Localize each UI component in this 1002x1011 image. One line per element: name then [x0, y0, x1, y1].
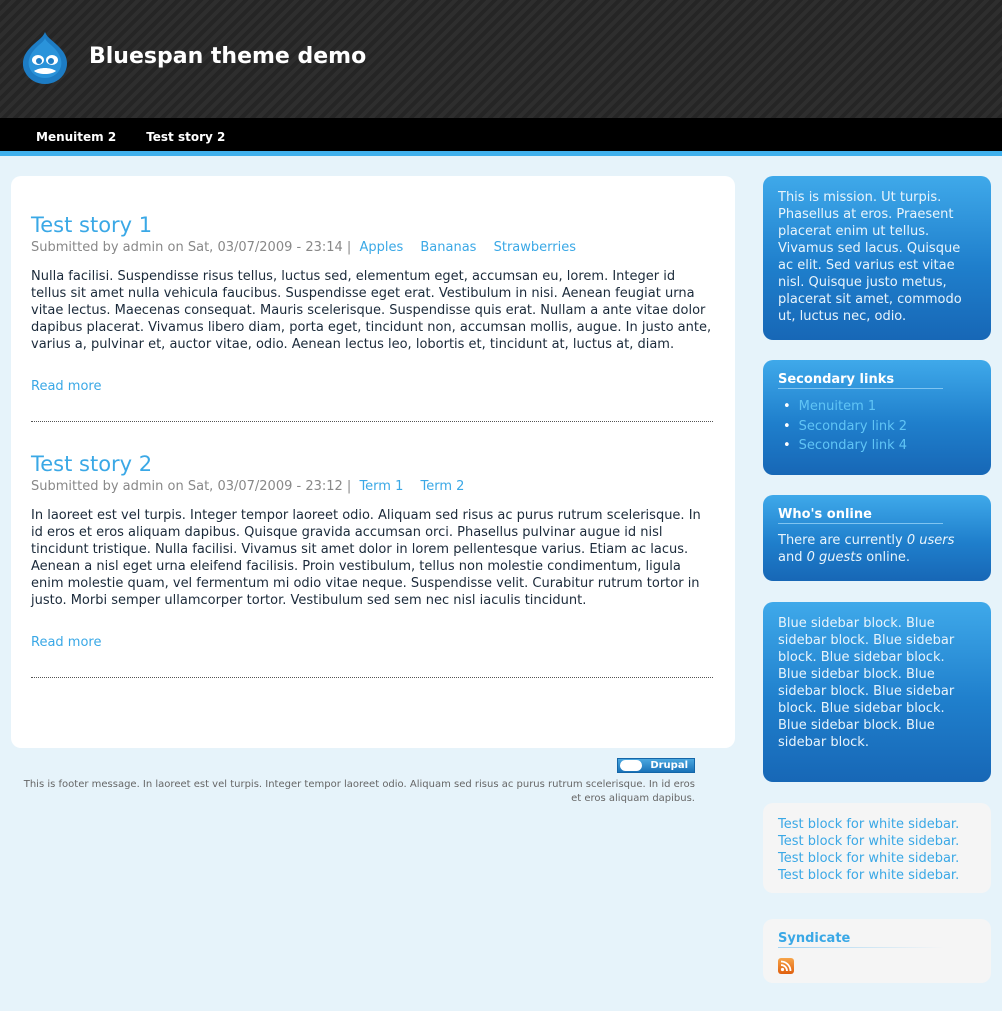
- online-status: There are currently 0 users and 0 guests …: [778, 532, 976, 566]
- mission-text: This is mission. Ut turpis. Phasellus at…: [778, 190, 962, 324]
- blue-sidebar-block: Blue sidebar block. Blue sidebar block. …: [763, 602, 991, 782]
- term-link[interactable]: Bananas: [420, 240, 476, 255]
- online-text: online.: [862, 550, 911, 565]
- secondary-link[interactable]: Secondary link 2: [799, 419, 907, 434]
- nav-link-menuitem-2[interactable]: Menuitem 2: [36, 130, 116, 144]
- blue-block-text: Blue sidebar block. Blue sidebar block. …: [778, 616, 955, 750]
- block-title: Secondary links: [778, 372, 943, 389]
- main-content: Test story 1 Submitted by admin on Sat, …: [11, 176, 735, 748]
- list-item: Secondary link 4: [783, 436, 976, 456]
- users-count: 0 users: [906, 533, 955, 548]
- story-body: In laoreet est vel turpis. Integer tempo…: [31, 508, 701, 608]
- nav-link-test-story-2[interactable]: Test story 2: [146, 130, 225, 144]
- term-link[interactable]: Term 2: [421, 479, 465, 494]
- story-meta: Submitted by admin on Sat, 03/07/2009 - …: [31, 479, 713, 494]
- primary-nav: Menuitem 2 Test story 2: [0, 118, 1002, 156]
- read-more-link[interactable]: Read more: [31, 635, 101, 650]
- syndicate-block: Syndicate: [763, 919, 991, 983]
- mission-block: This is mission. Ut turpis. Phasellus at…: [763, 176, 991, 340]
- nav-item-test-story-2: Test story 2: [146, 118, 225, 157]
- story-terms: Term 1 Term 2: [355, 479, 473, 494]
- secondary-link[interactable]: Secondary link 4: [799, 438, 907, 453]
- online-text: and: [778, 550, 807, 565]
- submitted-text: Submitted by admin on Sat, 03/07/2009 - …: [31, 479, 352, 494]
- story-links: Read more: [31, 379, 713, 421]
- secondary-links-block: Secondary links Menuitem 1 Secondary lin…: [763, 360, 991, 475]
- story-terms: Apples Bananas Strawberries: [355, 240, 585, 255]
- term-link[interactable]: Strawberries: [494, 240, 576, 255]
- whos-online-block: Who's online There are currently 0 users…: [763, 495, 991, 581]
- story-body: Nulla facilisi. Suspendisse risus tellus…: [31, 269, 712, 352]
- story-links: Read more: [31, 635, 713, 677]
- white-sidebar-block: Test block for white sidebar. Test block…: [763, 803, 991, 893]
- site-header: Bluespan theme demo: [0, 0, 1002, 118]
- guests-count: 0 guests: [806, 550, 863, 565]
- drupal-logo-icon[interactable]: [20, 30, 70, 86]
- story-node: Test story 1 Submitted by admin on Sat, …: [31, 212, 713, 422]
- story-title: Test story 2: [31, 451, 713, 477]
- list-item: Menuitem 1: [783, 397, 976, 417]
- secondary-link[interactable]: Menuitem 1: [799, 399, 876, 414]
- secondary-links-list: Menuitem 1 Secondary link 2 Secondary li…: [778, 397, 976, 456]
- story-title: Test story 1: [31, 212, 713, 238]
- story-title-link[interactable]: Test story 1: [31, 213, 152, 237]
- site-name[interactable]: Bluespan theme demo: [89, 44, 366, 69]
- white-block-text: Test block for white sidebar. Test block…: [778, 817, 960, 883]
- story-title-link[interactable]: Test story 2: [31, 452, 152, 476]
- story-node: Test story 2 Submitted by admin on Sat, …: [31, 451, 713, 678]
- block-title: Syndicate: [778, 931, 943, 948]
- story-meta: Submitted by admin on Sat, 03/07/2009 - …: [31, 240, 713, 255]
- drupal-drop-icon: [620, 760, 642, 771]
- submitted-text: Submitted by admin on Sat, 03/07/2009 - …: [31, 240, 352, 255]
- read-more-link[interactable]: Read more: [31, 379, 101, 394]
- badge-label: Drupal: [650, 760, 688, 771]
- list-item: Secondary link 2: [783, 417, 976, 437]
- powered-by-drupal-badge[interactable]: Drupal: [617, 758, 695, 773]
- rss-feed-icon[interactable]: [778, 958, 794, 974]
- footer-message: This is footer message. In laoreet est v…: [23, 779, 695, 804]
- site-footer: Drupal This is footer message. In laoree…: [11, 757, 695, 806]
- rss-glyph-icon: [780, 960, 792, 972]
- online-text: There are currently: [778, 533, 907, 548]
- term-link[interactable]: Apples: [359, 240, 403, 255]
- nav-item-menuitem-2: Menuitem 2: [36, 118, 116, 157]
- term-link[interactable]: Term 1: [359, 479, 403, 494]
- block-title: Who's online: [778, 507, 943, 524]
